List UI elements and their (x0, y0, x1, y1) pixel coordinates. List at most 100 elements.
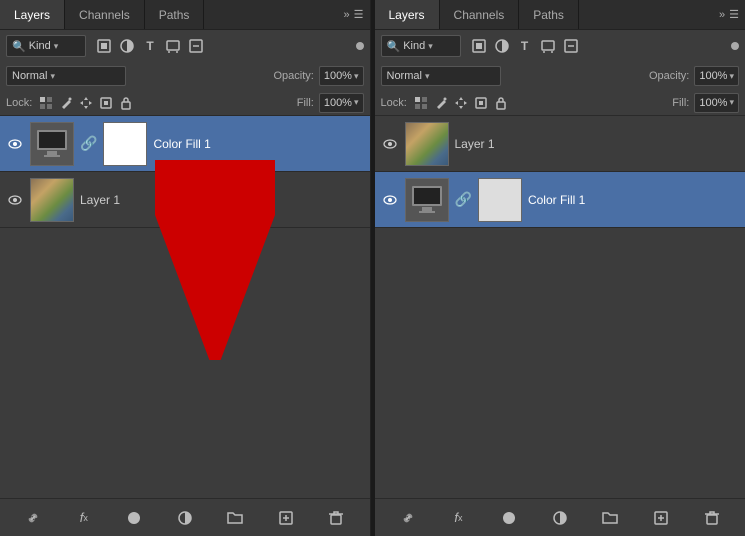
right-tab-channels[interactable]: Channels (440, 0, 520, 29)
left-eye-1[interactable] (6, 191, 24, 209)
right-layer-item-1[interactable]: 🔗 Color Fill 1 (375, 172, 745, 228)
left-thumb-monitor-0 (30, 122, 74, 166)
left-blend-mode-select[interactable]: Normal ▾ (6, 66, 126, 86)
right-lock-move-icon[interactable] (453, 95, 469, 111)
right-layer-name-1: Color Fill 1 (528, 193, 739, 207)
filter-shape-icon[interactable] (164, 37, 182, 55)
left-layer-name-1: Layer 1 (80, 193, 364, 207)
left-fill-area: Fill: 100% ▾ (297, 93, 364, 113)
right-blend-mode-select[interactable]: Normal ▾ (381, 66, 501, 86)
left-tab-layers[interactable]: Layers (0, 0, 65, 29)
kind-arrow-icon: ▾ (54, 41, 59, 52)
blend-arrow-icon: ▾ (50, 71, 55, 82)
right-blend-row: Normal ▾ Opacity: 100% ▾ (375, 62, 745, 90)
right-new-fill-icon[interactable] (499, 508, 519, 528)
right-blend-arrow-icon: ▾ (425, 71, 430, 82)
right-tabs-expand-icon[interactable]: » (719, 9, 725, 21)
left-tab-paths[interactable]: Paths (145, 0, 205, 29)
right-filter-icons: T (470, 37, 580, 55)
right-filter-smart-icon[interactable] (562, 37, 580, 55)
left-link-icon[interactable] (23, 508, 43, 528)
left-filter-row: 🔍 Kind ▾ T (0, 30, 370, 62)
right-kind-select[interactable]: 🔍 Kind ▾ (381, 35, 461, 57)
lock-brush-icon[interactable] (58, 95, 74, 111)
right-bottom-bar: fx (375, 498, 745, 536)
right-filter-shape-icon[interactable] (539, 37, 557, 55)
right-filter-toggle-dot[interactable] (731, 42, 739, 50)
right-tab-layers[interactable]: Layers (375, 0, 440, 29)
search-icon: 🔍 (12, 40, 26, 53)
left-lock-icons (38, 95, 134, 111)
right-filter-adjustment-icon[interactable] (493, 37, 511, 55)
right-search-icon: 🔍 (387, 40, 401, 53)
lock-pixels-icon[interactable] (38, 95, 54, 111)
fill-arrow-icon: ▾ (354, 97, 359, 108)
right-thumb-mask-1 (478, 178, 522, 222)
left-fill-input[interactable]: 100% ▾ (319, 93, 364, 113)
right-layer-name-0: Layer 1 (455, 137, 740, 151)
right-lock-artboard-icon[interactable] (473, 95, 489, 111)
right-thumb-image-0 (405, 122, 449, 166)
left-blend-row: Normal ▾ Opacity: 100% ▾ (0, 62, 370, 90)
right-group-icon[interactable] (600, 508, 620, 528)
left-eye-0[interactable] (6, 135, 24, 153)
left-layer-item-0[interactable]: 🔗 Color Fill 1 (0, 116, 370, 172)
filter-adjustment-icon[interactable] (118, 37, 136, 55)
left-opacity-area: Opacity: 100% ▾ (273, 66, 363, 86)
right-chain-icon-1: 🔗 (455, 191, 472, 208)
right-panel: Layers Channels Paths » ☰ 🔍 Kind ▾ (375, 0, 745, 536)
left-kind-select[interactable]: 🔍 Kind ▾ (6, 35, 86, 57)
right-lock-pixels-icon[interactable] (413, 95, 429, 111)
right-link-icon[interactable] (398, 508, 418, 528)
right-lock-row: Lock: Fill: (375, 90, 745, 116)
right-fx-icon[interactable]: fx (448, 508, 468, 528)
left-lock-row: Lock: Fill: (0, 90, 370, 116)
right-lock-icons (413, 95, 509, 111)
right-layers-list: Layer 1 🔗 Color Fill 1 (375, 116, 745, 498)
right-filter-row: 🔍 Kind ▾ T (375, 30, 745, 62)
opacity-arrow-icon: ▾ (354, 71, 359, 82)
right-filter-pixel-icon[interactable] (470, 37, 488, 55)
right-adjustment-icon[interactable] (550, 508, 570, 528)
right-tabs: Layers Channels Paths » ☰ (375, 0, 745, 30)
left-opacity-input[interactable]: 100% ▾ (319, 66, 364, 86)
tabs-expand-icon[interactable]: » (344, 9, 350, 21)
left-group-icon[interactable] (225, 508, 245, 528)
left-panel: Layers Channels Paths » ☰ 🔍 Kind ▾ (0, 0, 371, 536)
left-adjustment-icon[interactable] (175, 508, 195, 528)
right-tabs-menu-icon[interactable]: ☰ (729, 8, 739, 21)
right-eye-0[interactable] (381, 135, 399, 153)
filter-pixel-icon[interactable] (95, 37, 113, 55)
right-opacity-area: Opacity: 100% ▾ (649, 66, 739, 86)
left-fx-icon[interactable]: fx (74, 508, 94, 528)
right-fill-input[interactable]: 100% ▾ (694, 93, 739, 113)
filter-text-icon[interactable]: T (141, 37, 159, 55)
lock-all-icon[interactable] (118, 95, 134, 111)
left-filter-icons: T (95, 37, 205, 55)
lock-move-icon[interactable] (78, 95, 94, 111)
right-tab-paths[interactable]: Paths (519, 0, 579, 29)
left-new-layer-icon[interactable] (276, 508, 296, 528)
left-tabs: Layers Channels Paths » ☰ (0, 0, 370, 30)
left-delete-icon[interactable] (326, 508, 346, 528)
lock-artboard-icon[interactable] (98, 95, 114, 111)
filter-smart-icon[interactable] (187, 37, 205, 55)
right-fill-area: Fill: 100% ▾ (672, 93, 739, 113)
right-opacity-input[interactable]: 100% ▾ (694, 66, 739, 86)
right-new-layer-icon[interactable] (651, 508, 671, 528)
right-lock-brush-icon[interactable] (433, 95, 449, 111)
right-layer-item-0[interactable]: Layer 1 (375, 116, 745, 172)
tabs-menu-icon[interactable]: ☰ (354, 8, 364, 21)
left-bottom-bar: fx (0, 498, 370, 536)
right-filter-text-icon[interactable]: T (516, 37, 534, 55)
filter-toggle-dot[interactable] (356, 42, 364, 50)
right-fill-arrow-icon: ▾ (729, 97, 734, 108)
left-new-fill-icon[interactable] (124, 508, 144, 528)
left-layer-item-1[interactable]: Layer 1 (0, 172, 370, 228)
left-tab-channels[interactable]: Channels (65, 0, 145, 29)
right-delete-icon[interactable] (702, 508, 722, 528)
left-layers-list: 🔗 Color Fill 1 Layer 1 (0, 116, 370, 498)
right-lock-all-icon[interactable] (493, 95, 509, 111)
right-eye-1[interactable] (381, 191, 399, 209)
right-thumb-monitor-1 (405, 178, 449, 222)
